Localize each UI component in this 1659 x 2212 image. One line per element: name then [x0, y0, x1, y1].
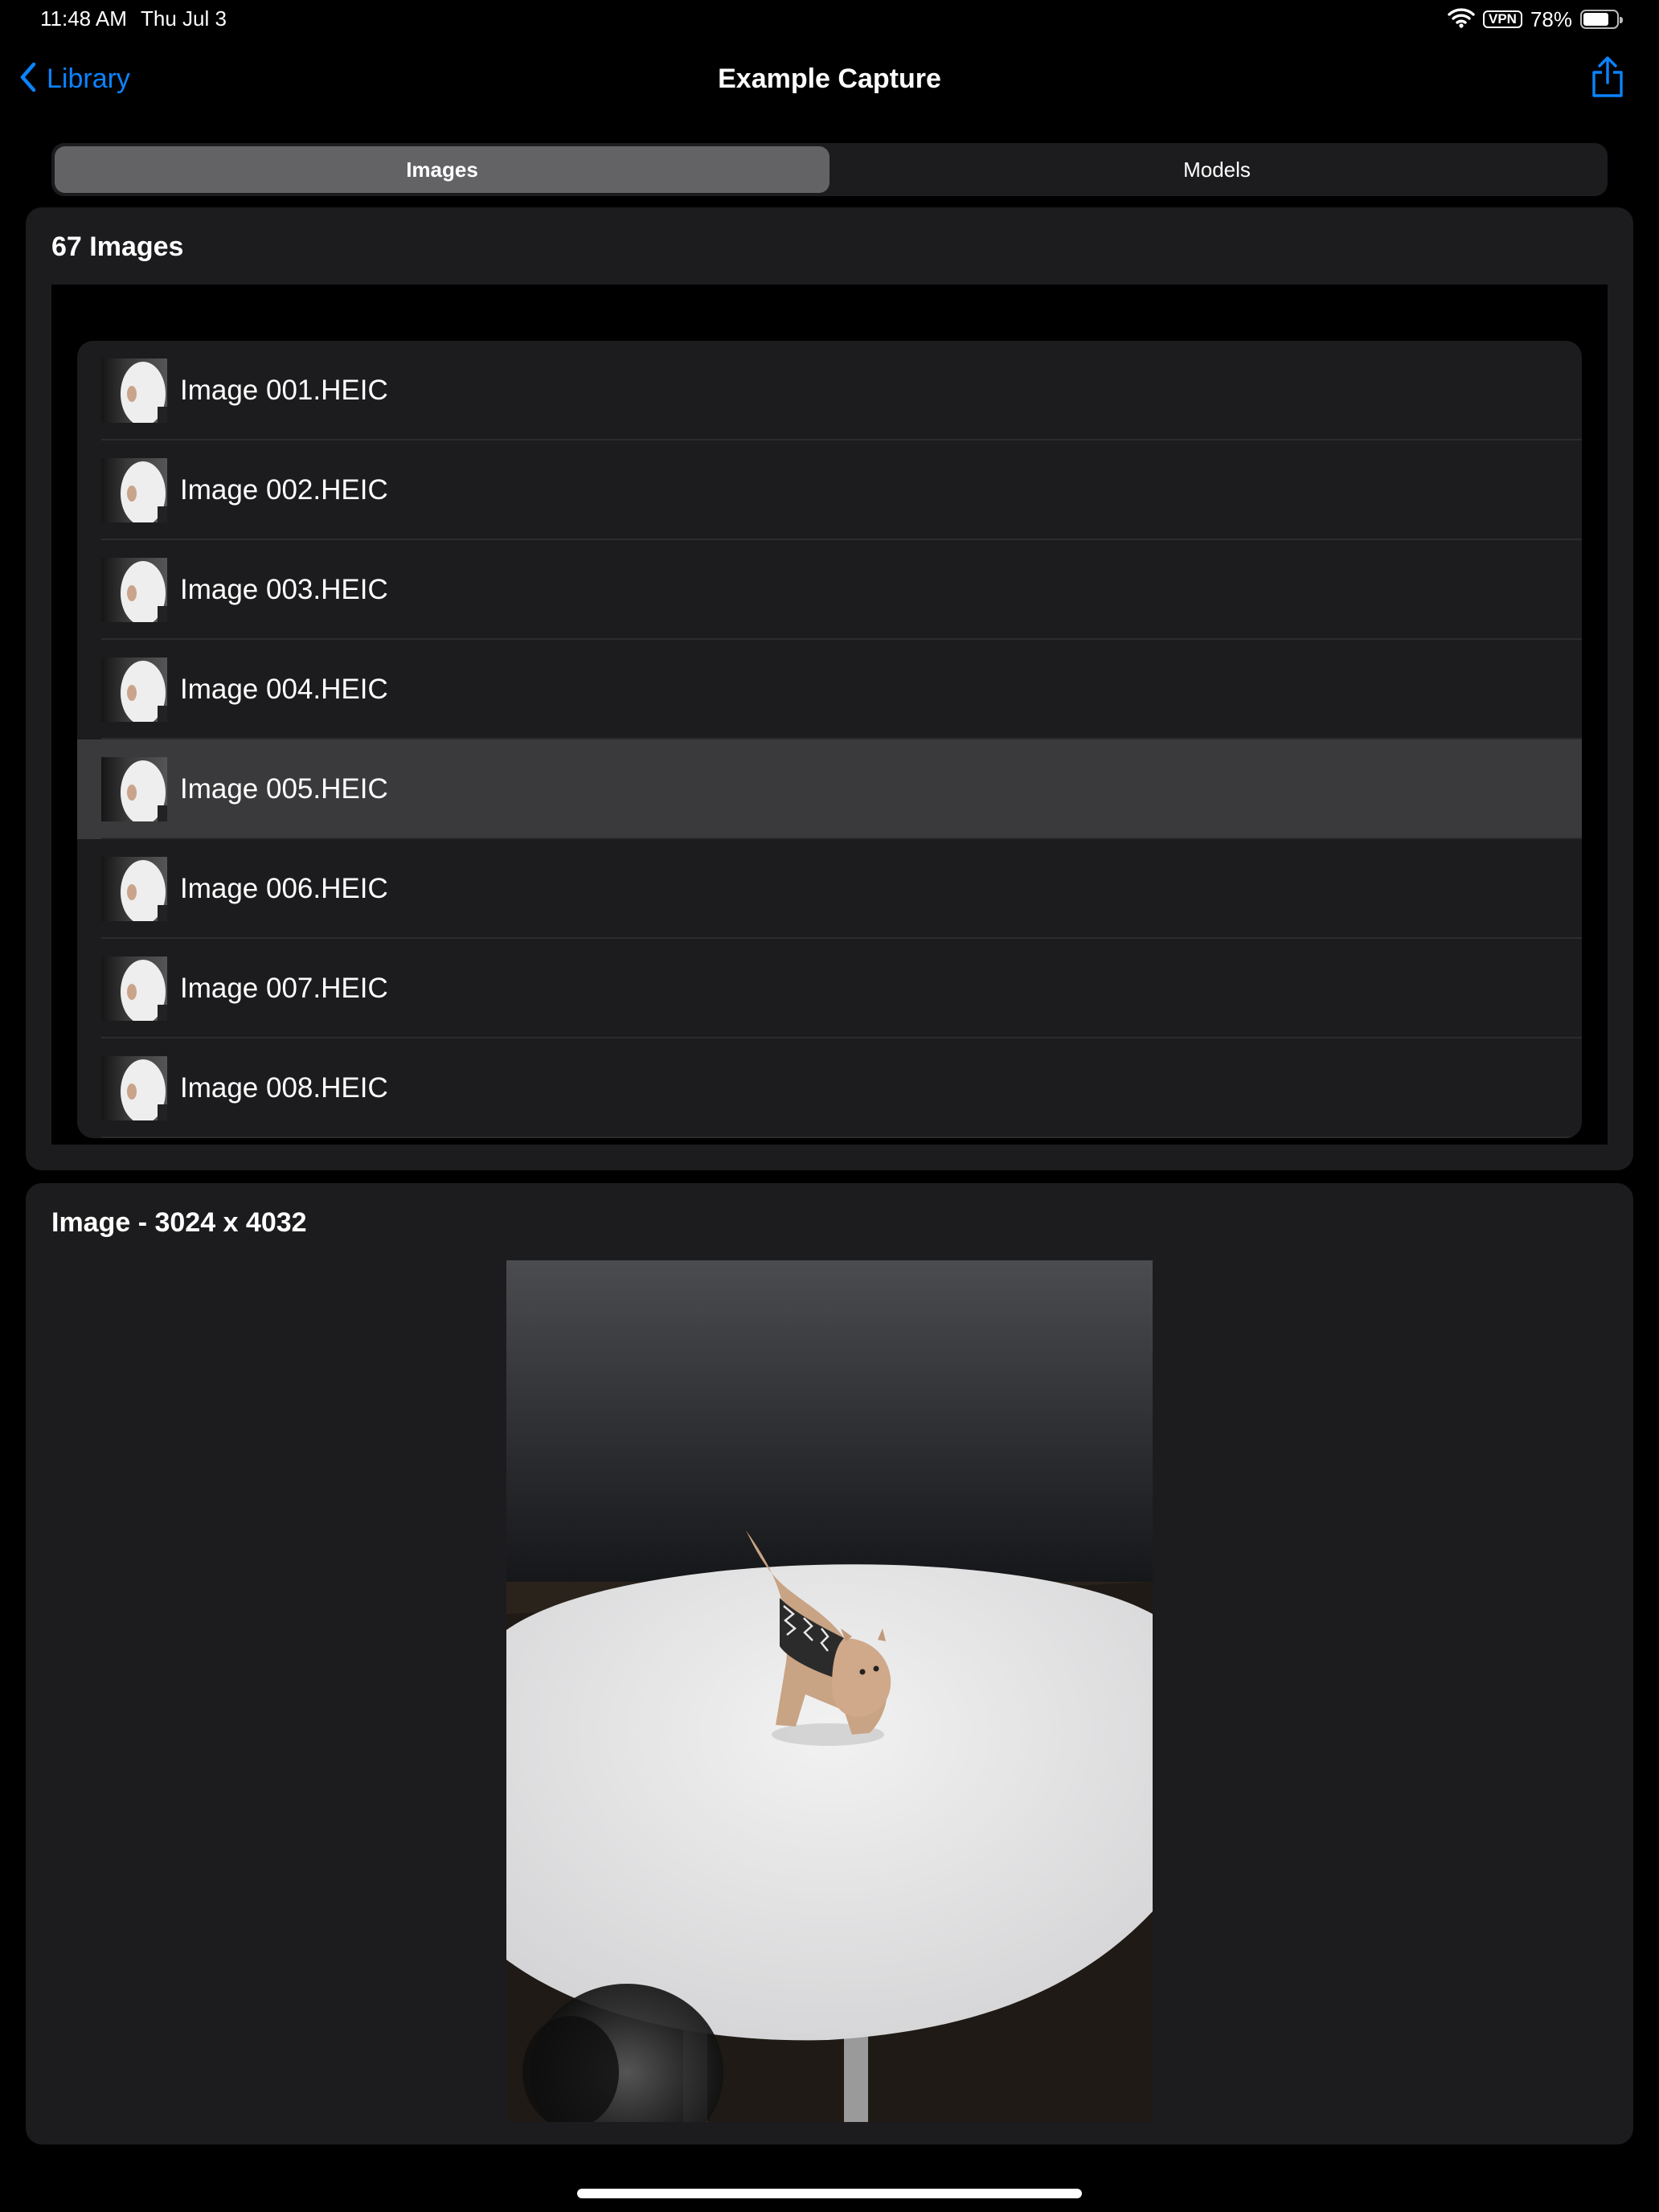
image-thumbnail: [101, 1056, 167, 1120]
list-item-label: Image 008.HEIC: [180, 1072, 388, 1104]
list-item-label: Image 004.HEIC: [180, 674, 388, 705]
vpn-badge: VPN: [1482, 10, 1522, 28]
segment-models[interactable]: Models: [830, 146, 1604, 193]
status-date: Thu Jul 3: [141, 6, 227, 31]
list-item[interactable]: Image 002.HEIC: [77, 440, 1582, 540]
battery-icon: [1580, 10, 1623, 29]
app-root: 11:48 AM Thu Jul 3 VPN 78% Library Examp…: [0, 0, 1659, 2212]
list-item-label: Image 001.HEIC: [180, 375, 388, 406]
images-count-heading: 67 Images: [51, 231, 184, 262]
image-preview-panel: Image - 3024 x 4032: [26, 1183, 1633, 2144]
wifi-icon: [1448, 7, 1475, 32]
share-button[interactable]: [1583, 55, 1632, 103]
share-icon: [1590, 55, 1625, 103]
row-separator: [101, 1137, 1582, 1138]
image-thumbnail: [101, 558, 167, 622]
list-item-label: Image 006.HEIC: [180, 873, 388, 904]
image-dimensions-heading: Image - 3024 x 4032: [51, 1207, 307, 1238]
preview-photo: [506, 1260, 1153, 2122]
list-item[interactable]: Image 001.HEIC: [77, 341, 1582, 440]
home-indicator[interactable]: [577, 2189, 1082, 2198]
status-indicators: VPN 78%: [1448, 6, 1623, 32]
image-list: Image 001.HEIC Image 002.HEIC Image 003.…: [77, 341, 1582, 1138]
list-item[interactable]: Image 004.HEIC: [77, 640, 1582, 739]
back-button-label: Library: [47, 63, 130, 94]
image-thumbnail: [101, 358, 167, 423]
list-item[interactable]: Image 003.HEIC: [77, 540, 1582, 640]
image-thumbnail: [101, 458, 167, 522]
image-list-scroll-area[interactable]: Image 001.HEIC Image 002.HEIC Image 003.…: [51, 285, 1608, 1145]
list-item-label: Image 003.HEIC: [180, 574, 388, 605]
list-item-selected[interactable]: Image 005.HEIC: [77, 739, 1582, 839]
segmented-control: Images Models: [51, 143, 1608, 196]
images-panel: 67 Images Image 001.HEIC Image 002.HEIC: [26, 207, 1633, 1170]
list-item-label: Image 007.HEIC: [180, 973, 388, 1004]
image-thumbnail: [101, 956, 167, 1021]
battery-fill: [1583, 13, 1609, 26]
image-thumbnail: [101, 857, 167, 921]
list-item[interactable]: Image 006.HEIC: [77, 839, 1582, 939]
list-item[interactable]: Image 008.HEIC: [77, 1038, 1582, 1138]
status-bar: 11:48 AM Thu Jul 3 VPN 78%: [0, 0, 1659, 39]
image-thumbnail: [101, 757, 167, 821]
chevron-left-icon: [18, 61, 39, 97]
segment-images[interactable]: Images: [55, 146, 830, 193]
status-time: 11:48 AM: [40, 6, 127, 31]
list-item-label: Image 005.HEIC: [180, 773, 388, 805]
battery-percent: 78%: [1530, 6, 1572, 31]
image-thumbnail: [101, 657, 167, 722]
page-title: Example Capture: [718, 63, 941, 94]
back-button[interactable]: Library: [18, 59, 130, 98]
list-item-label: Image 002.HEIC: [180, 474, 388, 506]
list-item[interactable]: Image 007.HEIC: [77, 939, 1582, 1038]
